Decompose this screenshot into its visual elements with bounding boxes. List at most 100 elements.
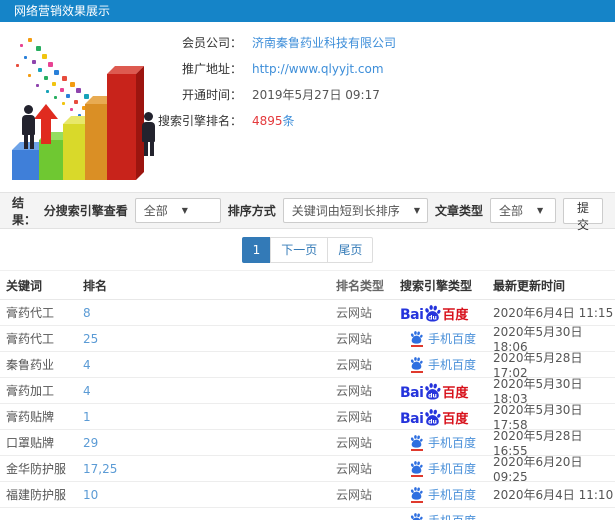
company-name-link[interactable]: 济南秦鲁药业科技有限公司 [252, 36, 396, 50]
page-title: 网络营销效果展示 [14, 4, 111, 18]
next-page-button[interactable]: 下一页 [270, 236, 329, 263]
baidu-mobile-underline [410, 344, 423, 347]
baidu-mobile-logo: 手机百度 [410, 434, 476, 451]
baidu-mobile-text: 手机百度 [428, 512, 476, 520]
table-row: 福建防护服 10 云网站 手机百度 2020年6月4日 11:10 [0, 482, 615, 508]
engine-rank-value: 4895条 [252, 114, 295, 128]
engine-rank-label: 搜索引擎排名： [157, 114, 242, 128]
promo-url-label: 推广地址： [181, 62, 242, 76]
businessman-left [22, 105, 35, 149]
engine-filter-selected: 全部 [143, 204, 168, 218]
submit-button[interactable]: 提交 [562, 197, 603, 232]
article-type-selected: 全部 [498, 204, 523, 218]
baidu-mobile-logo: 手机百度 [410, 460, 476, 477]
rank-cell[interactable]: 29 [83, 436, 336, 450]
rank-type-cell: 云网站 [336, 306, 373, 320]
baidu-mobile-logo: 手机百度 [410, 486, 476, 503]
baidu-logo-bai-text: Bai [400, 384, 424, 401]
baidu-mobile-logo: 手机百度 [410, 330, 476, 347]
rank-cell[interactable]: 1 [83, 410, 336, 424]
baidu-logo-bai-text: Bai [400, 306, 424, 323]
top-section: 会员公司： 济南秦鲁药业科技有限公司 推广地址： http://www.qlyy… [0, 22, 615, 192]
engine-cell: 手机百度 [400, 486, 493, 503]
page: 网络营销效果展示 会员公司： 济南秦鲁药业科技有限公司 推广地址： http:/… [0, 0, 615, 520]
rank-cell[interactable]: 25 [83, 332, 336, 346]
header-rank: 排名 [83, 278, 108, 293]
baidu-mobile-paw-icon [410, 356, 423, 373]
rank-count-number: 4895 [252, 114, 283, 128]
baidu-mobile-paw-icon [410, 434, 423, 451]
header-keyword: 关键词 [6, 278, 43, 293]
date-cell: 2020年6月20日 09:25 [493, 455, 583, 484]
rank-type-cell: 云网站 [336, 462, 373, 476]
keyword-cell: 金华防护服 [6, 462, 67, 476]
rank-cell[interactable]: 10 [83, 488, 336, 502]
keyword-cell: 口罩贴牌 [6, 436, 55, 450]
filter-controls: 分搜索引擎查看 全部 ▼ 排序方式 关键词由短到长排序 ▼ 文章类型 全部 ▼ … [43, 197, 603, 232]
engine-cell: 手机百度 [400, 434, 493, 451]
keyword-cell: 膏药加工 [6, 384, 55, 398]
rank-cell[interactable]: 8 [83, 306, 336, 320]
engine-cell: 手机百度 [400, 512, 493, 520]
chevron-down-icon: ▼ [413, 206, 420, 215]
rank-type-cell: 云网站 [336, 410, 373, 424]
baidu-mobile-underline [410, 448, 423, 451]
company-label: 会员公司： [181, 36, 242, 50]
rank-cell[interactable]: 17,25 [83, 462, 336, 476]
baidu-mobile-text: 手机百度 [428, 332, 477, 346]
baidu-pc-logo: Bai du 百度 [400, 381, 468, 401]
engine-cell: Bai du 百度 [400, 407, 493, 427]
baidu-logo-cn-text: 百度 [442, 411, 469, 427]
up-arrow-icon [34, 104, 58, 144]
promo-url-link[interactable]: http://www.qlyyjt.com [252, 62, 384, 76]
rank-type-cell: 云网站 [336, 436, 373, 450]
engine-cell: Bai du 百度 [400, 303, 493, 323]
engine-cell: 手机百度 [400, 330, 493, 347]
article-type-select[interactable]: 全部 ▼ [489, 198, 556, 223]
header-engine-type: 搜索引擎类型 [400, 278, 473, 293]
info-row-company: 会员公司： 济南秦鲁药业科技有限公司 [150, 36, 396, 50]
title-bar: 网络营销效果展示 [0, 0, 615, 22]
svg-text:du: du [429, 392, 438, 399]
engine-cell: Bai du 百度 [400, 381, 493, 401]
last-page-button[interactable]: 尾页 [327, 236, 374, 263]
page-1-button[interactable]: 1 [241, 236, 272, 263]
rank-type-cell: 云网站 [336, 358, 373, 372]
engine-cell: 手机百度 [400, 460, 493, 477]
open-time-value: 2019年5月27日 09:17 [252, 88, 380, 102]
baidu-paw-icon: du [424, 382, 441, 403]
rank-cell[interactable]: 4 [83, 358, 336, 372]
rank-cell[interactable]: 4 [83, 384, 336, 398]
rank-count-unit: 条 [282, 114, 295, 128]
baidu-mobile-paw-icon [410, 460, 423, 477]
pagination: 1 下一页 尾页 [0, 229, 615, 270]
svg-text:du: du [429, 314, 438, 321]
baidu-pc-logo: Bai du 百度 [400, 303, 468, 323]
rank-type-cell: 云网站 [336, 332, 373, 346]
rank-type-cell: 云网站 [336, 488, 373, 502]
baidu-paw-icon: du [424, 408, 441, 429]
header-updated: 最新更新时间 [493, 278, 566, 293]
header-rank-type: 排名类型 [336, 278, 385, 293]
table-row: 金华防护服 17,25 云网站 手机百度 2020年6月20日 09:25 [0, 455, 615, 484]
baidu-mobile-underline [410, 474, 423, 477]
rank-type-cell: 云网站 [336, 384, 373, 398]
engine-filter-label: 分搜索引擎查看 [43, 204, 128, 218]
chevron-down-icon: ▼ [537, 206, 544, 215]
filter-bar: 结果： 分搜索引擎查看 全部 ▼ 排序方式 关键词由短到长排序 ▼ 文章类型 全… [0, 192, 615, 232]
svg-text:du: du [429, 418, 438, 425]
engine-filter-select[interactable]: 全部 ▼ [134, 198, 221, 223]
baidu-logo-bai-text: Bai [400, 410, 424, 427]
keyword-cell: 膏药代工 [6, 332, 55, 346]
chevron-down-icon: ▼ [181, 206, 188, 215]
open-time-label: 开通时间： [181, 88, 242, 102]
baidu-mobile-text: 手机百度 [428, 436, 477, 450]
baidu-mobile-underline [410, 370, 423, 373]
bar-chart-illustration [8, 30, 170, 188]
baidu-mobile-paw-icon [410, 486, 423, 503]
baidu-mobile-logo: 手机百度 [410, 356, 476, 373]
keyword-cell: 膏药代工 [6, 306, 55, 320]
sort-select[interactable]: 关键词由短到长排序 ▼ [282, 198, 428, 223]
sort-label: 排序方式 [227, 204, 276, 218]
info-row-rank-count: 搜索引擎排名： 4895条 [150, 114, 396, 128]
